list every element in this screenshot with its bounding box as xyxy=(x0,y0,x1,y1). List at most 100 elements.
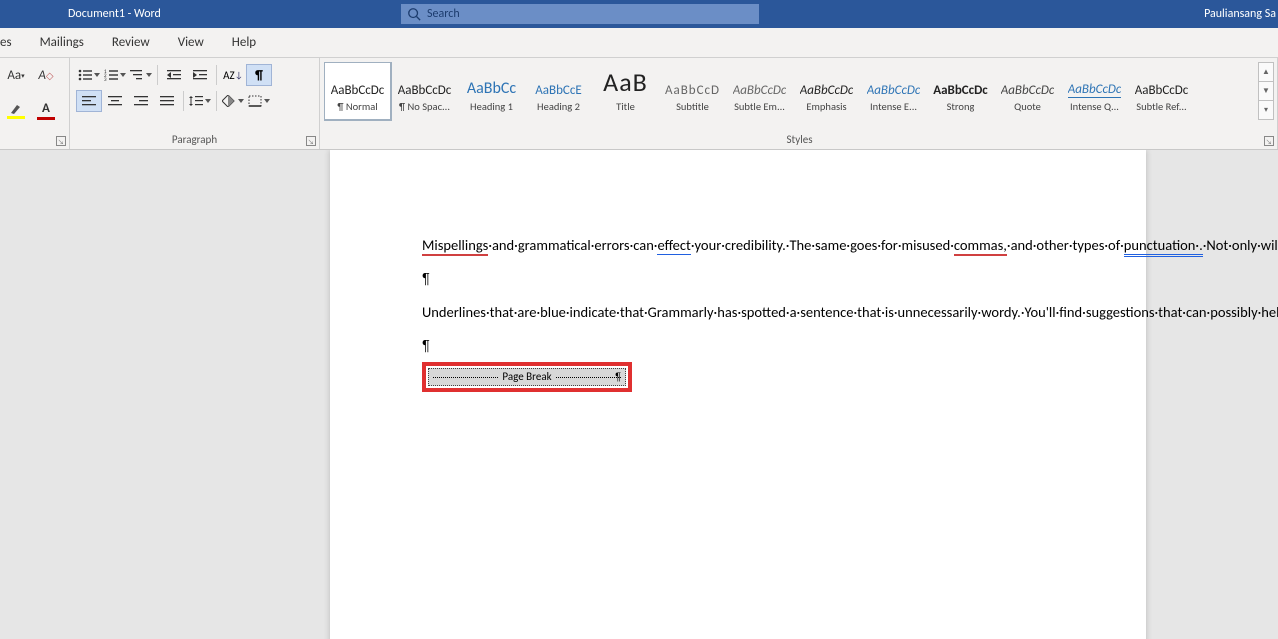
bullets-button[interactable] xyxy=(76,64,102,86)
svg-text:3: 3 xyxy=(104,77,107,81)
document-area[interactable]: Mispellings·and·grammatical·errors·can·e… xyxy=(0,150,1278,639)
justify-button[interactable] xyxy=(154,90,180,112)
style-label: Quote xyxy=(1014,100,1041,113)
text-run: punctuation·. xyxy=(1124,236,1203,257)
style-label: Intense Q... xyxy=(1070,100,1119,113)
style-label: ¶ No Spac... xyxy=(399,100,450,113)
page-break-label: Page Break xyxy=(502,370,551,385)
style-preview: AaBbCcDc xyxy=(933,70,988,98)
menu-view[interactable]: View xyxy=(164,28,218,57)
style-preview: AaBbCcDc xyxy=(1135,70,1189,98)
style-preview: AaBbCcDc xyxy=(1068,70,1122,98)
ribbon-group-styles: AaBbCcDc¶ NormalAaBbCcDc¶ No Spac...AaBb… xyxy=(320,58,1278,149)
style-preview: AaBbCcDc xyxy=(398,70,452,98)
style-preview: AaBbCcDc xyxy=(867,70,921,98)
text-run: ·Not·only·will·Grammarly·underline·these… xyxy=(1203,236,1278,254)
align-left-button[interactable] xyxy=(76,90,102,112)
ribbon-group-font-partial: Aa▾ A◇ A ↘ xyxy=(0,58,70,149)
change-case-button[interactable]: Aa▾ xyxy=(4,64,28,86)
page-break-indicator[interactable]: Page Break ¶ xyxy=(428,368,626,386)
page[interactable]: Mispellings·and·grammatical·errors·can·e… xyxy=(330,150,1146,639)
ribbon-group-paragraph: 123 AZ↓ ¶ Paragraph ↘ xyxy=(70,58,320,149)
font-dialog-launcher-icon[interactable]: ↘ xyxy=(56,136,66,146)
style-preview: AaBbCcE xyxy=(535,70,581,98)
title-bar: Document1 - Word Search Pauliansang Sa xyxy=(0,0,1278,28)
style-item[interactable]: AaBbCc Heading 1 xyxy=(458,62,525,120)
gallery-scroll-down-icon[interactable]: ▼ xyxy=(1259,82,1273,101)
style-preview: AaB xyxy=(603,70,648,98)
decrease-indent-button[interactable] xyxy=(161,64,187,86)
text-run: ·and·grammatical·errors·can· xyxy=(488,236,657,254)
style-label: Subtitle xyxy=(676,100,709,113)
style-label: Subtle Ref... xyxy=(1136,100,1186,113)
multilevel-list-button[interactable] xyxy=(128,64,154,86)
style-item[interactable]: AaBbCcDc Subtle Em... xyxy=(726,62,793,120)
borders-button[interactable] xyxy=(246,90,272,112)
style-item[interactable]: AaBbCcDcQuote xyxy=(994,62,1061,120)
increase-indent-button[interactable] xyxy=(187,64,213,86)
paragraph-dialog-launcher-icon[interactable]: ↘ xyxy=(306,136,316,146)
paragraph-mark: ¶ xyxy=(422,270,1050,290)
style-label: Subtle Em... xyxy=(734,100,785,113)
style-item[interactable]: AaBbCcDc Emphasis xyxy=(793,62,860,120)
align-right-button[interactable] xyxy=(128,90,154,112)
document-body[interactable]: Mispellings·and·grammatical·errors·can·e… xyxy=(422,236,1050,392)
style-label: Intense E... xyxy=(870,100,917,113)
menu-references-partial[interactable]: es xyxy=(0,28,26,57)
style-item[interactable]: AaBbCcE Heading 2 xyxy=(525,62,592,120)
paragraph-group-label: Paragraph xyxy=(76,133,313,147)
gallery-scroll-up-icon[interactable]: ▲ xyxy=(1259,63,1273,82)
show-formatting-button[interactable]: ¶ xyxy=(246,64,272,86)
menu-bar: es Mailings Review View Help xyxy=(0,28,1278,58)
style-item[interactable]: AaBbCcDc ¶ Normal xyxy=(324,62,391,120)
styles-dialog-launcher-icon[interactable]: ↘ xyxy=(1264,136,1274,146)
style-item[interactable]: AaB Title xyxy=(592,62,659,120)
page-break-highlight: Page Break ¶ xyxy=(422,362,632,392)
style-preview: AaBbCcDc xyxy=(800,70,854,98)
search-box[interactable]: Search xyxy=(400,3,760,25)
style-preview: AaBbCcDc xyxy=(733,70,787,98)
style-preview: AaBbCcDc xyxy=(331,70,385,98)
align-center-button[interactable] xyxy=(102,90,128,112)
search-placeholder: Search xyxy=(427,7,460,21)
shading-button[interactable] xyxy=(220,90,246,112)
style-label: Emphasis xyxy=(806,100,846,113)
style-item[interactable]: AaBbCcDc Strong xyxy=(927,62,994,120)
text-run: Mispellings xyxy=(422,236,488,256)
style-label: Heading 2 xyxy=(537,100,580,113)
style-item[interactable]: AaBbCcDc Intense E... xyxy=(860,62,927,120)
text-paragraph: Underlines·that·are·blue·indicate·that·G… xyxy=(422,303,1050,323)
highlight-button[interactable] xyxy=(4,100,28,122)
font-color-button[interactable]: A xyxy=(34,100,58,122)
style-preview: AaBbCc xyxy=(467,70,516,98)
gallery-expand-icon[interactable]: ▾ xyxy=(1259,101,1273,119)
numbering-button[interactable]: 123 xyxy=(102,64,128,86)
style-item[interactable]: AaBbCcDc Intense Q... xyxy=(1061,62,1128,120)
style-item[interactable]: AaBbCcD Subtitle xyxy=(659,62,726,120)
style-label: Strong xyxy=(947,100,975,113)
clear-formatting-button[interactable]: A◇ xyxy=(34,64,58,86)
text-run: ·your·credibility.·The·same·goes·for·mis… xyxy=(691,236,954,254)
styles-gallery[interactable]: AaBbCcDc¶ NormalAaBbCcDc¶ No Spac...AaBb… xyxy=(324,62,1275,122)
user-name[interactable]: Pauliansang Sa xyxy=(1204,7,1278,21)
sort-button[interactable]: AZ↓ xyxy=(220,64,246,86)
paragraph-mark: ¶ xyxy=(422,337,1050,357)
style-preview: AaBbCcD xyxy=(665,70,720,98)
text-run: ·and·other·types·of· xyxy=(1007,236,1124,254)
text-run: effect xyxy=(657,236,690,255)
style-item[interactable]: AaBbCcDc Subtle Ref... xyxy=(1128,62,1195,120)
text-run: commas, xyxy=(954,236,1007,256)
styles-gallery-scroll[interactable]: ▲ ▼ ▾ xyxy=(1258,62,1274,120)
line-spacing-button[interactable] xyxy=(187,90,213,112)
menu-help[interactable]: Help xyxy=(218,28,270,57)
search-icon xyxy=(407,7,421,21)
style-label: Title xyxy=(616,100,635,113)
ribbon: Aa▾ A◇ A ↘ 123 xyxy=(0,58,1278,150)
paragraph-mark: ¶ xyxy=(615,370,621,385)
menu-review[interactable]: Review xyxy=(98,28,164,57)
style-label: ¶ Normal xyxy=(337,100,377,113)
style-label: Heading 1 xyxy=(470,100,513,113)
document-title: Document1 - Word xyxy=(68,7,161,21)
style-item[interactable]: AaBbCcDc ¶ No Spac... xyxy=(391,62,458,120)
menu-mailings[interactable]: Mailings xyxy=(26,28,98,57)
